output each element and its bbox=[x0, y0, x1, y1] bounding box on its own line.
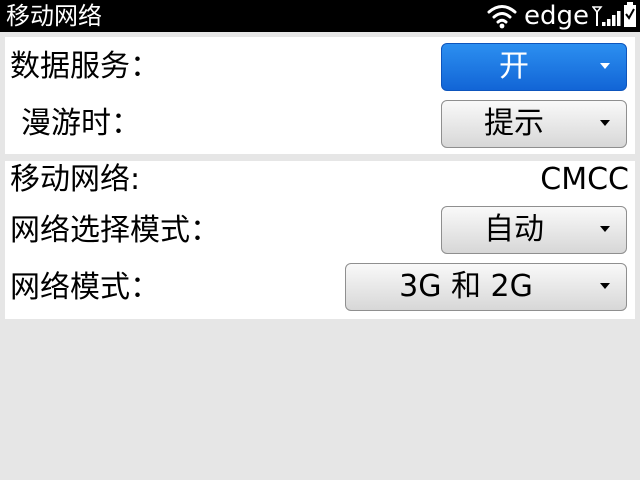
roaming-label: 漫游时： bbox=[21, 106, 141, 141]
chevron-down-icon bbox=[600, 120, 610, 126]
data-service-value: 开 bbox=[499, 49, 529, 84]
wifi-icon bbox=[486, 2, 518, 34]
data-service-panel: 数据服务： 开 漫游时： 提示 bbox=[5, 37, 635, 154]
network-type-label: edge bbox=[524, 1, 589, 31]
network-selection-label: 网络选择模式： bbox=[10, 213, 220, 248]
roaming-dropdown[interactable]: 提示 bbox=[441, 100, 627, 148]
status-bar: 移动网络 edge bbox=[0, 0, 640, 32]
network-mode-value: 3G 和 2G bbox=[399, 269, 533, 304]
mobile-network-label: 移动网络: bbox=[10, 162, 141, 197]
signal-strength-icon bbox=[591, 4, 622, 32]
chevron-down-icon bbox=[600, 63, 610, 69]
chevron-down-icon bbox=[600, 226, 610, 232]
network-selection-dropdown[interactable]: 自动 bbox=[441, 206, 627, 254]
app-title: 移动网络 bbox=[6, 2, 102, 30]
network-mode-dropdown[interactable]: 3G 和 2G bbox=[345, 263, 627, 311]
data-service-dropdown[interactable]: 开 bbox=[441, 43, 627, 91]
network-panel: 移动网络: CMCC 网络选择模式： 自动 网络模式： 3G 和 2G bbox=[5, 161, 635, 319]
battery-icon bbox=[623, 2, 637, 32]
network-mode-label: 网络模式： bbox=[10, 270, 160, 305]
network-selection-value: 自动 bbox=[484, 212, 544, 247]
data-service-label: 数据服务： bbox=[10, 49, 160, 84]
chevron-down-icon bbox=[600, 283, 610, 289]
roaming-value: 提示 bbox=[484, 106, 544, 141]
mobile-network-value: CMCC bbox=[540, 162, 629, 197]
